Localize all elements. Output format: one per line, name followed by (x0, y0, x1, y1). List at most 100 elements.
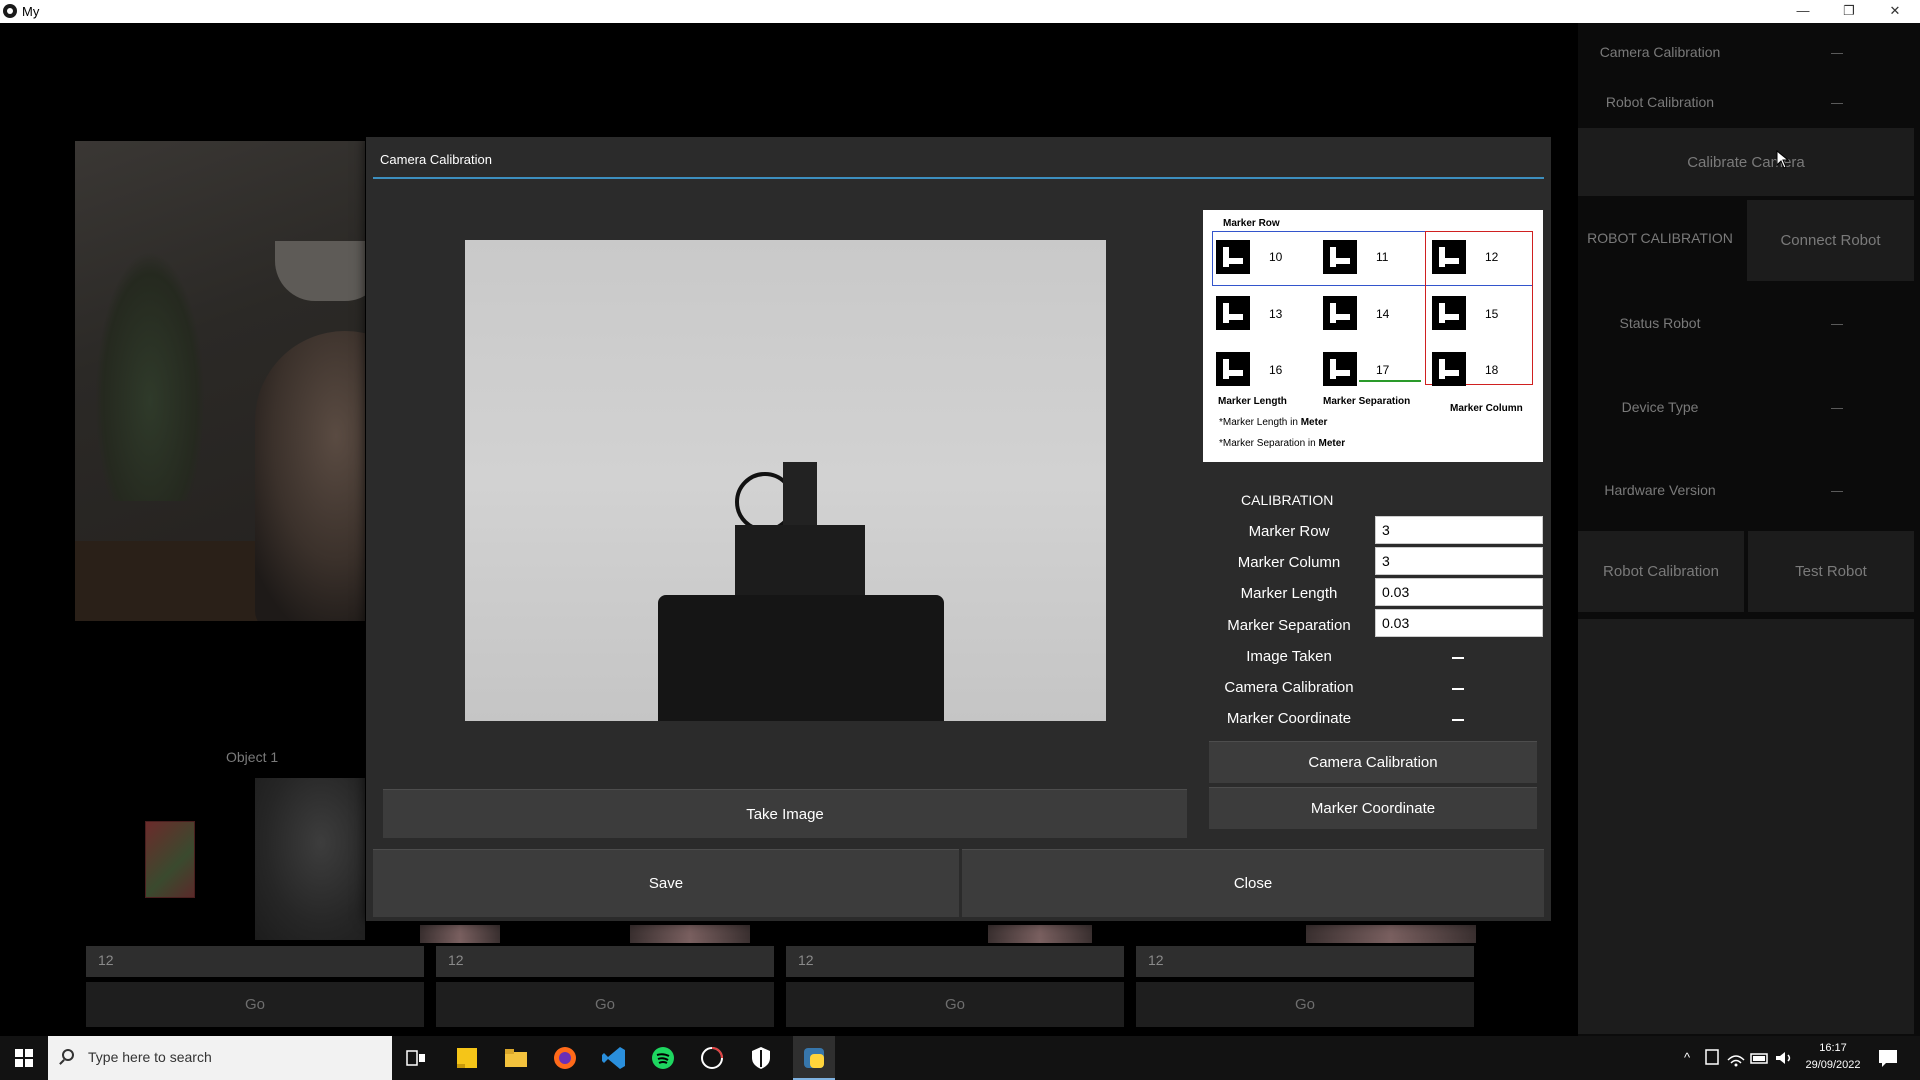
go-button[interactable]: Go (1136, 982, 1474, 1027)
marker-coordinate-status-label: Marker Coordinate (1226, 710, 1352, 727)
taskbar: Type here to search ^ 16:17 29/09/2022 (0, 1036, 1920, 1080)
marker-coordinate-button[interactable]: Marker Coordinate (1209, 787, 1537, 829)
take-image-button[interactable]: Take Image (383, 789, 1187, 838)
aruco-marker-icon (1216, 296, 1250, 330)
camera-calibration-status-value (1452, 688, 1464, 690)
object-capture-image (255, 778, 365, 940)
camera-calibration-status-label: Camera Calibration (1224, 679, 1354, 696)
close-button[interactable]: Close (962, 849, 1544, 917)
app-icon (3, 4, 17, 18)
slot-input[interactable]: 12 (786, 946, 1124, 977)
window-title: My (22, 4, 40, 19)
marker-row-input[interactable] (1375, 516, 1543, 544)
slot-input[interactable]: 12 (86, 946, 424, 977)
marker-row-label: Marker Row (1248, 523, 1330, 540)
aruco-marker-icon (1323, 240, 1357, 274)
camera-calibration-value (1831, 53, 1843, 54)
lamp-image (275, 241, 365, 301)
security-shield-icon[interactable] (747, 1044, 775, 1072)
thumb-strip (988, 925, 1092, 943)
sticky-notes-icon[interactable] (453, 1044, 481, 1072)
marker-separation-input[interactable] (1375, 609, 1543, 637)
start-button[interactable] (0, 1036, 48, 1080)
clock-date: 29/09/2022 (1805, 1059, 1861, 1071)
app-window: My — ❐ ✕ Object 1 12 12 12 12 Go Go Go G… (0, 0, 1920, 1080)
volume-icon[interactable] (1772, 1046, 1796, 1070)
marker-length-label: Marker Length (1240, 585, 1338, 602)
firefox-icon[interactable] (551, 1044, 579, 1072)
marker-column-label: Marker Column (1237, 554, 1341, 571)
robot-calibration-label: Robot Calibration (1605, 94, 1715, 110)
title-bar: My — ❐ ✕ (0, 0, 1920, 23)
marker-id: 17 (1376, 363, 1390, 377)
marker-separation-note: *Marker Separation in Meter (1219, 438, 1346, 449)
search-placeholder: Type here to search (88, 1049, 212, 1065)
right-panel: Camera Calibration Robot Calibration Cal… (1578, 23, 1920, 1036)
search-icon (62, 1049, 74, 1061)
aruco-marker-icon (1323, 296, 1357, 330)
file-explorer-icon[interactable] (502, 1044, 530, 1072)
calibration-heading: CALIBRATION (1241, 492, 1334, 508)
aruco-marker-icon (1216, 240, 1250, 274)
marker-id: 16 (1269, 363, 1283, 377)
calibrate-camera-button[interactable]: Calibrate Camera (1578, 128, 1914, 196)
slot-input[interactable]: 12 (1136, 946, 1474, 977)
robot-calibration-value (1831, 103, 1843, 104)
connect-robot-button[interactable]: Connect Robot (1747, 200, 1914, 281)
restore-button[interactable]: ❐ (1826, 0, 1872, 23)
aruco-marker-icon (1432, 296, 1466, 330)
battery-icon[interactable] (1748, 1046, 1772, 1070)
person-image (255, 331, 365, 621)
mouse-cursor-icon (1776, 150, 1790, 169)
camera-live-view (75, 141, 365, 621)
marker-column-input[interactable] (1375, 547, 1543, 575)
device-type-label: Device Type (1621, 399, 1699, 415)
robot-calibration-button[interactable]: Robot Calibration (1578, 531, 1744, 612)
object-thumbnail (145, 821, 195, 898)
wifi-icon[interactable] (1724, 1046, 1748, 1070)
close-window-button[interactable]: ✕ (1872, 0, 1918, 23)
thumb-strip (420, 925, 500, 943)
minimize-button[interactable]: — (1780, 0, 1826, 23)
go-button[interactable]: Go (436, 982, 774, 1027)
clock[interactable]: 16:17 29/09/2022 (1803, 1040, 1863, 1074)
go-button[interactable]: Go (786, 982, 1124, 1027)
active-app-tab[interactable] (793, 1036, 835, 1080)
go-button[interactable]: Go (86, 982, 424, 1027)
camera-calibration-button[interactable]: Camera Calibration (1209, 741, 1537, 783)
marker-length-input[interactable] (1375, 578, 1543, 606)
marker-id: 12 (1485, 250, 1499, 264)
camera-preview (465, 240, 1106, 721)
save-button[interactable]: Save (373, 849, 959, 917)
plant-image (95, 251, 205, 501)
task-view-icon[interactable] (402, 1044, 430, 1072)
separation-indicator (1359, 380, 1421, 382)
robot-panel-area (1578, 619, 1914, 1034)
slot-input[interactable]: 12 (436, 946, 774, 977)
app-circle-icon[interactable] (698, 1044, 726, 1072)
test-robot-button[interactable]: Test Robot (1748, 531, 1914, 612)
robot-calibration-heading: ROBOT CALIBRATION (1587, 230, 1733, 246)
clock-time: 16:17 (1819, 1042, 1847, 1054)
status-robot-value (1831, 324, 1843, 325)
show-hidden-icons[interactable]: ^ (1684, 1050, 1690, 1065)
marker-coordinate-status-value (1452, 719, 1464, 721)
aruco-marker-icon (1216, 352, 1250, 386)
marker-separation-label: Marker Separation (1227, 617, 1351, 634)
dialog-title: Camera Calibration (380, 152, 492, 167)
windows-icon (15, 1049, 33, 1067)
marker-id: 18 (1485, 363, 1499, 377)
device-icon[interactable] (1700, 1046, 1724, 1070)
spotify-icon[interactable] (649, 1044, 677, 1072)
search-box[interactable]: Type here to search (48, 1036, 392, 1080)
marker-id: 10 (1269, 250, 1283, 264)
device-type-value (1831, 408, 1843, 409)
image-taken-value (1452, 657, 1464, 659)
object-label: Object 1 (226, 749, 279, 765)
aruco-marker-icon (1432, 240, 1466, 274)
aruco-marker-icon (1432, 352, 1466, 386)
vscode-icon[interactable] (600, 1044, 628, 1072)
robot-base-image (658, 595, 944, 721)
notifications-icon[interactable] (1874, 1044, 1902, 1072)
thumb-strip (1306, 925, 1476, 943)
